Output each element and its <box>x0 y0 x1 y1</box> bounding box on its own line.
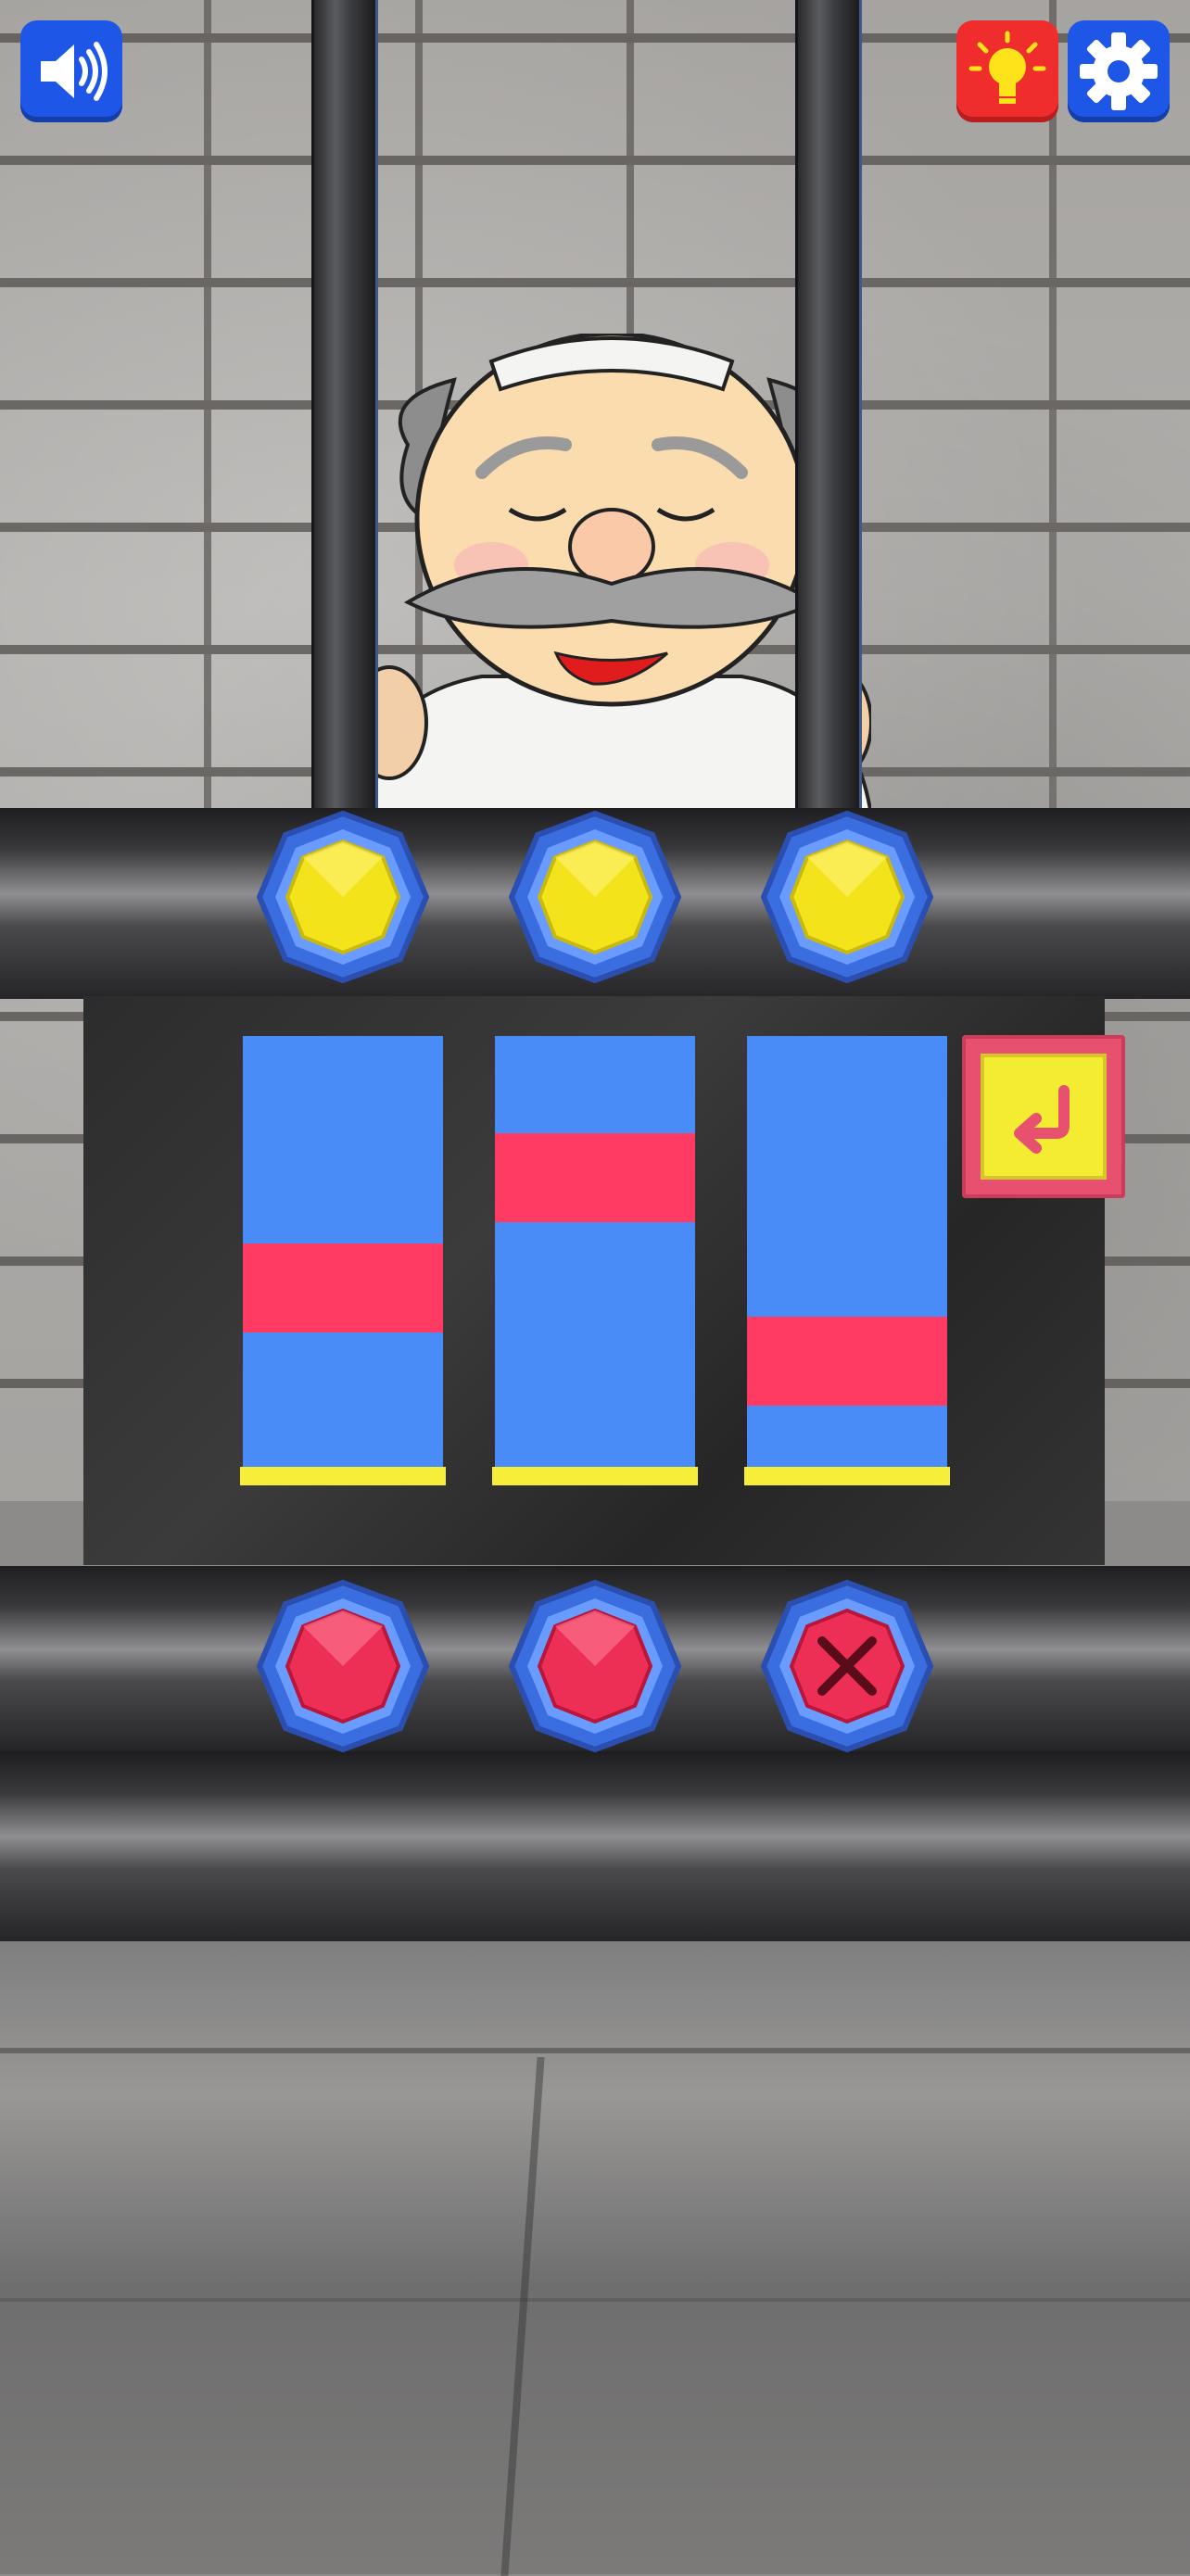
yellow-gem-button-1[interactable] <box>255 809 431 985</box>
reset-button[interactable] <box>962 1035 1125 1198</box>
column-marker <box>747 1316 947 1406</box>
column-marker <box>495 1132 695 1222</box>
old-man-character <box>352 334 871 815</box>
speaker-volume-icon <box>41 42 108 101</box>
puzzle-column <box>243 1036 443 1471</box>
stone-floor <box>0 1937 1190 2576</box>
puzzle-column <box>495 1036 695 1471</box>
jail-bar-right <box>795 0 862 815</box>
red-cancel-button[interactable] <box>759 1578 935 1754</box>
column-base <box>492 1467 698 1485</box>
yellow-gem-button-2[interactable] <box>507 809 683 985</box>
red-gem-button-2[interactable] <box>507 1578 683 1754</box>
jail-bar-left <box>311 0 378 815</box>
column-base <box>744 1467 950 1485</box>
column-base <box>240 1467 446 1485</box>
red-gem-button-1[interactable] <box>255 1578 431 1754</box>
hint-button[interactable] <box>956 20 1058 122</box>
bottom-pipe <box>0 1751 1190 1941</box>
return-arrow-icon <box>1014 1085 1070 1154</box>
gear-icon <box>1080 32 1158 110</box>
column-marker <box>243 1244 443 1333</box>
puzzle-column <box>747 1036 947 1471</box>
sound-button[interactable] <box>20 20 122 122</box>
lightbulb-icon <box>968 31 1046 104</box>
yellow-gem-button-3[interactable] <box>759 809 935 985</box>
settings-button[interactable] <box>1068 20 1170 122</box>
